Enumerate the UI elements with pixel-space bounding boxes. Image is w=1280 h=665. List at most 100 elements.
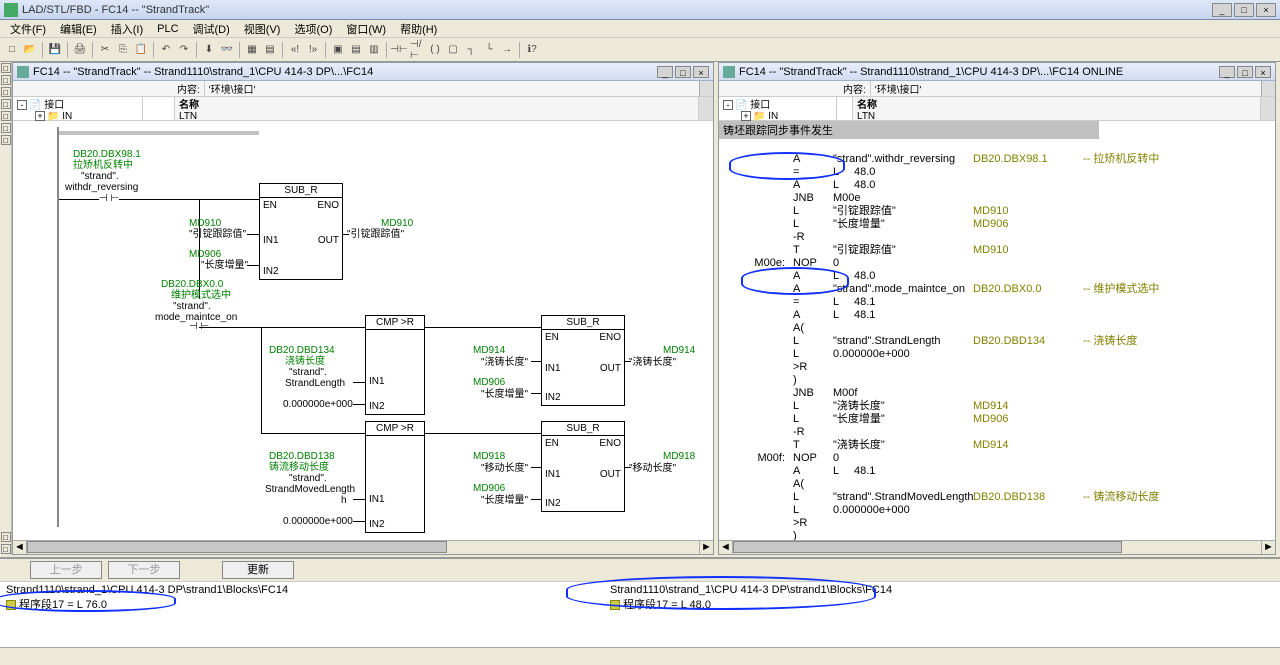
- cmp-r-box[interactable]: CMP >R IN1 IN2: [365, 421, 425, 533]
- tree-root[interactable]: 接口: [750, 100, 770, 111]
- stl-line[interactable]: L"引锭跟踪值"MD910: [719, 205, 1275, 218]
- help-icon[interactable]: ℹ?: [524, 42, 540, 58]
- ncontact-icon[interactable]: ⊣/⊢: [409, 42, 425, 58]
- sub-r-box[interactable]: SUB_R ENENO IN1OUT IN2: [259, 183, 343, 280]
- menu-file[interactable]: 文件(F): [4, 20, 52, 38]
- contact-icon[interactable]: ⊣⊢: [391, 42, 407, 58]
- stl-line[interactable]: ): [719, 374, 1275, 387]
- paste-icon[interactable]: 📋: [133, 42, 149, 58]
- branch-close-icon[interactable]: └: [481, 42, 497, 58]
- lad-icon[interactable]: ▣: [330, 42, 346, 58]
- panel-close-button[interactable]: ×: [693, 66, 709, 78]
- minimize-button[interactable]: _: [1212, 3, 1232, 17]
- menu-debug[interactable]: 调试(D): [187, 20, 236, 38]
- block-icon[interactable]: ▦: [244, 42, 260, 58]
- sub-r-box[interactable]: SUB_R ENENO IN1OUT IN2: [541, 315, 625, 406]
- stl-line[interactable]: T"浇铸长度"MD914: [719, 439, 1275, 452]
- panel-min-button[interactable]: _: [657, 66, 673, 78]
- undo-icon[interactable]: ↶: [158, 42, 174, 58]
- menu-window[interactable]: 窗口(W): [340, 20, 392, 38]
- online-icon[interactable]: 👓: [219, 42, 235, 58]
- stl-line[interactable]: L"strand".StrandMovedLengthDB20.DBD138--…: [719, 491, 1275, 504]
- gutter-btn[interactable]: □: [1, 111, 11, 121]
- stl-line[interactable]: T"引锭跟踪值"MD910: [719, 244, 1275, 257]
- stl-line[interactable]: L0.000000e+000: [719, 348, 1275, 361]
- gutter-btn[interactable]: □: [1, 532, 11, 542]
- stl-line[interactable]: L"长度增量"MD906: [719, 218, 1275, 231]
- tree-expand-icon[interactable]: +: [741, 111, 751, 121]
- catalog-icon[interactable]: ▤: [262, 42, 278, 58]
- stl-line[interactable]: A(: [719, 478, 1275, 491]
- stl-line[interactable]: A(: [719, 322, 1275, 335]
- stl-line[interactable]: A"strand".withdr_reversingDB20.DBX98.1--…: [719, 153, 1275, 166]
- panel-close-button[interactable]: ×: [1255, 66, 1271, 78]
- fbd-icon[interactable]: ▥: [366, 42, 382, 58]
- tree-expand-icon[interactable]: -: [723, 100, 733, 110]
- update-button[interactable]: 更新: [222, 561, 294, 579]
- stl-line[interactable]: -R: [719, 231, 1275, 244]
- stl-line[interactable]: ): [719, 530, 1275, 540]
- conn-icon[interactable]: →: [499, 42, 515, 58]
- download-icon[interactable]: ⬇: [201, 42, 217, 58]
- stl-icon[interactable]: ▤: [348, 42, 364, 58]
- menu-edit[interactable]: 编辑(E): [54, 20, 103, 38]
- stl-line[interactable]: L0.000000e+000: [719, 504, 1275, 517]
- print-icon[interactable]: 🖨: [72, 42, 88, 58]
- h-scrollbar[interactable]: ◄ ►: [13, 540, 713, 554]
- menu-options[interactable]: 选项(O): [288, 20, 338, 38]
- prev-button[interactable]: 上一步: [30, 561, 102, 579]
- gutter-btn[interactable]: □: [1, 87, 11, 97]
- coil-icon[interactable]: ( ): [427, 42, 443, 58]
- gutter-btn[interactable]: □: [1, 63, 11, 73]
- stl-line[interactable]: L"长度增量"MD906: [719, 413, 1275, 426]
- close-button[interactable]: ×: [1256, 3, 1276, 17]
- next-button[interactable]: 下一步: [108, 561, 180, 579]
- stl-line[interactable]: A"strand".mode_maintce_onDB20.DBX0.0-- 维…: [719, 283, 1275, 296]
- tree-expand-icon[interactable]: +: [35, 111, 45, 121]
- menu-insert[interactable]: 插入(I): [105, 20, 149, 38]
- menu-plc[interactable]: PLC: [151, 22, 184, 36]
- stl-line[interactable]: AL 48.0: [719, 270, 1275, 283]
- box-icon[interactable]: ▢: [445, 42, 461, 58]
- gutter-btn[interactable]: □: [1, 75, 11, 85]
- h-scrollbar[interactable]: ◄ ►: [719, 540, 1275, 554]
- copy-icon[interactable]: ⎘: [115, 42, 131, 58]
- new-icon[interactable]: □: [4, 42, 20, 58]
- go-begin-icon[interactable]: «!: [287, 42, 303, 58]
- stl-line[interactable]: =L 48.0: [719, 166, 1275, 179]
- stl-line[interactable]: JNBM00e: [719, 192, 1275, 205]
- lad-diagram[interactable]: DB20.DBX98.1 拉矫机反转中 "strand". withdr_rev…: [13, 121, 713, 540]
- stl-line[interactable]: -R: [719, 426, 1275, 439]
- stl-line[interactable]: L"strand".StrandLengthDB20.DBD134-- 浇铸长度: [719, 335, 1275, 348]
- go-end-icon[interactable]: !»: [305, 42, 321, 58]
- maximize-button[interactable]: □: [1234, 3, 1254, 17]
- panel-max-button[interactable]: □: [675, 66, 691, 78]
- sub-r-box[interactable]: SUB_R ENENO IN1OUT IN2: [541, 421, 625, 512]
- panel-max-button[interactable]: □: [1237, 66, 1253, 78]
- stl-line[interactable]: M00e:NOP0: [719, 257, 1275, 270]
- stl-line[interactable]: JNBM00f: [719, 387, 1275, 400]
- save-icon[interactable]: 💾: [47, 42, 63, 58]
- panel-min-button[interactable]: _: [1219, 66, 1235, 78]
- stl-line[interactable]: M00f:NOP0: [719, 452, 1275, 465]
- stl-listing[interactable]: 铸坯跟踪同步事件发生 A"strand".withdr_reversingDB2…: [719, 121, 1275, 540]
- redo-icon[interactable]: ↷: [176, 42, 192, 58]
- cmp-r-box[interactable]: CMP >R IN1 IN2: [365, 315, 425, 415]
- stl-line[interactable]: >R: [719, 517, 1275, 530]
- menu-help[interactable]: 帮助(H): [394, 20, 443, 38]
- gutter-btn[interactable]: □: [1, 99, 11, 109]
- cut-icon[interactable]: ✂: [97, 42, 113, 58]
- stl-line[interactable]: >R: [719, 361, 1275, 374]
- stl-line[interactable]: =L 48.1: [719, 296, 1275, 309]
- tree-child[interactable]: IN: [768, 111, 778, 122]
- gutter-btn[interactable]: □: [1, 123, 11, 133]
- stl-line[interactable]: L"浇铸长度"MD914: [719, 400, 1275, 413]
- branch-open-icon[interactable]: ┐: [463, 42, 479, 58]
- stl-line[interactable]: AL 48.1: [719, 309, 1275, 322]
- tree-child[interactable]: IN: [62, 111, 72, 122]
- stl-line[interactable]: AL 48.0: [719, 179, 1275, 192]
- tree-expand-icon[interactable]: -: [17, 100, 27, 110]
- tree-root[interactable]: 接口: [44, 100, 64, 111]
- gutter-btn[interactable]: □: [1, 135, 11, 145]
- menu-view[interactable]: 视图(V): [238, 20, 287, 38]
